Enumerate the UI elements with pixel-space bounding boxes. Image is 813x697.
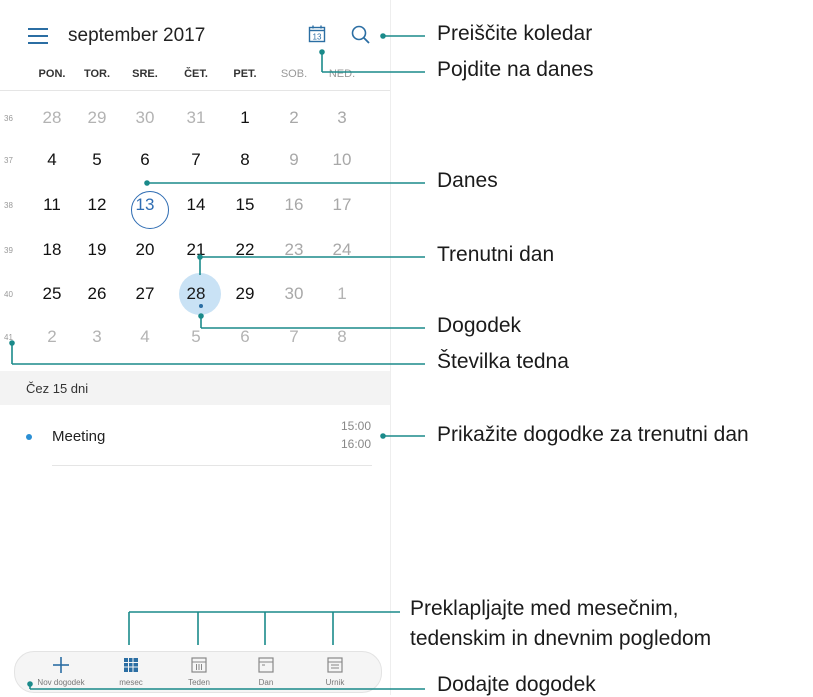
calendar-day[interactable]: 28	[32, 108, 72, 128]
bottom-nav: Nov dogodek mesec Teden Dan Urnik	[14, 651, 382, 693]
calendar-day[interactable]: 6	[125, 150, 165, 170]
week-number: 40	[4, 290, 13, 299]
tab-day[interactable]: Dan	[236, 652, 296, 692]
event-start-time: 15:00	[340, 419, 371, 433]
calendar-day[interactable]: 7	[274, 327, 314, 347]
weekday-label: TOR.	[83, 68, 111, 80]
weekday-label: SOB.	[280, 68, 308, 80]
agenda-section-label: Čez 15 dni	[26, 381, 89, 396]
nav-label: Teden	[188, 678, 210, 687]
calendar-app: september 2017 13 PON. TOR. SRE. ČET. PE…	[0, 0, 391, 695]
calendar-day[interactable]: 4	[125, 327, 165, 347]
calendar-day[interactable]: 23	[274, 240, 314, 260]
calendar-day[interactable]: 2	[274, 108, 314, 128]
callout-add-event: Dodajte dogodek	[437, 673, 596, 696]
calendar-day[interactable]: 28	[176, 284, 216, 304]
month-title[interactable]: september 2017	[68, 25, 205, 47]
calendar-day[interactable]: 16	[274, 195, 314, 215]
callout-week-number: Številka tedna	[437, 350, 569, 373]
calendar-day[interactable]: 3	[77, 327, 117, 347]
day-view-icon	[258, 657, 274, 673]
callout-switch-views-line2: tedenskim in dnevnim pogledom	[410, 627, 712, 650]
callout-goto-today: Pojdite na danes	[437, 58, 594, 81]
weekday-label: NED.	[328, 68, 356, 80]
callout-search: Preiščite koledar	[437, 22, 593, 45]
calendar-day[interactable]: 6	[225, 327, 265, 347]
calendar-day[interactable]: 5	[176, 327, 216, 347]
search-icon[interactable]	[350, 24, 372, 46]
weekday-label: PET.	[233, 68, 257, 80]
calendar-day[interactable]: 4	[32, 150, 72, 170]
tab-week[interactable]: Teden	[169, 652, 229, 692]
calendar-day[interactable]: 1	[322, 284, 362, 304]
weekday-label: PON.	[38, 68, 66, 80]
nav-label: Dan	[258, 678, 274, 687]
tab-schedule[interactable]: Urnik	[305, 652, 365, 692]
callout-today: Danes	[437, 169, 498, 192]
event-color-dot	[26, 434, 32, 440]
calendar-day[interactable]: 29	[77, 108, 117, 128]
calendar-day[interactable]: 29	[225, 284, 265, 304]
callout-event: Dogodek	[437, 314, 522, 337]
callout-switch-views-line1: Preklapljajte med mesečnim,	[410, 597, 679, 620]
calendar-day[interactable]: 30	[274, 284, 314, 304]
calendar-day[interactable]: 24	[322, 240, 362, 260]
calendar-day[interactable]: 30	[125, 108, 165, 128]
calendar-day[interactable]: 12	[77, 195, 117, 215]
divider	[52, 465, 372, 466]
calendar-day[interactable]: 15	[225, 195, 265, 215]
nav-label: Urnik	[325, 678, 345, 687]
calendar-day[interactable]: 18	[32, 240, 72, 260]
calendar-day[interactable]: 8	[322, 327, 362, 347]
week-number: 38	[4, 201, 13, 210]
event-indicator-dot	[199, 304, 203, 308]
callout-current-day: Trenutni dan	[437, 243, 555, 266]
menu-icon[interactable]	[28, 28, 48, 44]
new-event-button[interactable]: Nov dogodek	[31, 652, 91, 692]
calendar-day[interactable]: 20	[125, 240, 165, 260]
calendar-day[interactable]: 10	[322, 150, 362, 170]
calendar-day[interactable]: 25	[32, 284, 72, 304]
calendar-day[interactable]: 9	[274, 150, 314, 170]
month-grid-icon	[124, 658, 138, 672]
weekday-label: ČET.	[184, 68, 208, 80]
calendar-day[interactable]: 7	[176, 150, 216, 170]
week-view-icon	[191, 657, 207, 673]
plus-icon	[53, 657, 69, 673]
svg-text:13: 13	[313, 33, 322, 42]
calendar-day[interactable]: 19	[77, 240, 117, 260]
calendar-day[interactable]: 22	[225, 240, 265, 260]
nav-label: mesec	[119, 678, 143, 687]
calendar-day[interactable]: 26	[77, 284, 117, 304]
calendar-day[interactable]: 5	[77, 150, 117, 170]
weekday-header: PON. TOR. SRE. ČET. PET. SOB. NED.	[0, 58, 390, 91]
nav-label: Nov dogodek	[37, 678, 85, 687]
calendar-day[interactable]: 21	[176, 240, 216, 260]
week-number: 37	[4, 156, 13, 165]
agenda-section-header: Čez 15 dni	[0, 371, 390, 405]
week-number: 41	[4, 333, 13, 342]
event-title: Meeting	[52, 428, 106, 445]
week-number: 36	[4, 114, 13, 123]
week-number: 39	[4, 246, 13, 255]
calendar-day[interactable]: 13	[125, 195, 165, 215]
calendar-day[interactable]: 11	[32, 195, 72, 215]
calendar-day[interactable]: 3	[322, 108, 362, 128]
calendar-day[interactable]: 31	[176, 108, 216, 128]
event-end-time: 16:00	[340, 437, 371, 451]
calendar-day[interactable]: 27	[125, 284, 165, 304]
calendar-day[interactable]: 8	[225, 150, 265, 170]
weekday-label: SRE.	[132, 68, 158, 80]
callout-show-events: Prikažite dogodke za trenutni dan	[437, 423, 749, 446]
calendar-day[interactable]: 1	[225, 108, 265, 128]
calendar-day[interactable]: 2	[32, 327, 72, 347]
calendar-day[interactable]: 17	[322, 195, 362, 215]
schedule-list-icon	[327, 657, 343, 673]
calendar-day[interactable]: 14	[176, 195, 216, 215]
tab-month[interactable]: mesec	[101, 652, 161, 692]
go-to-today-icon[interactable]: 13	[308, 25, 326, 43]
